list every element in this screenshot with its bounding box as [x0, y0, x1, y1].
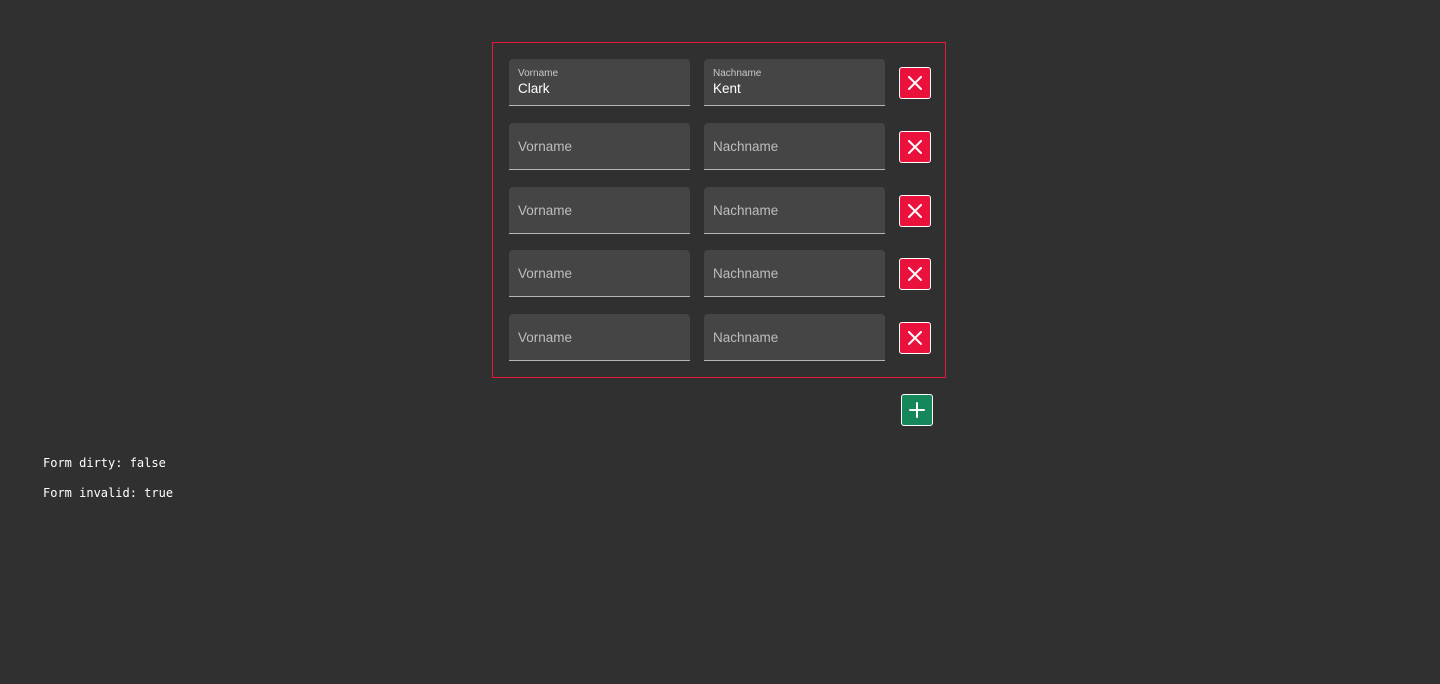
last-name-label: Nachname [713, 68, 762, 79]
last-name-field[interactable]: Nachname [704, 123, 885, 170]
last-name-placeholder: Nachname [713, 266, 779, 281]
remove-row-button[interactable] [899, 67, 931, 99]
first-name-field[interactable]: Vorname [509, 250, 690, 297]
first-name-placeholder: Vorname [518, 139, 573, 154]
last-name-placeholder: Nachname [713, 203, 779, 218]
form-invalid-status: Form invalid: true [43, 486, 174, 500]
close-icon [908, 267, 922, 281]
last-name-placeholder: Nachname [713, 330, 779, 345]
first-name-placeholder: Vorname [518, 203, 573, 218]
close-icon [908, 140, 922, 154]
first-name-field[interactable]: Vorname Clark [509, 59, 690, 106]
remove-row-button[interactable] [899, 258, 931, 290]
first-name-value: Clark [518, 81, 550, 96]
name-row: Vorname Nachname [509, 250, 933, 298]
last-name-field[interactable]: Nachname [704, 314, 885, 361]
name-row: Vorname Nachname [509, 187, 933, 235]
first-name-placeholder: Vorname [518, 266, 573, 281]
form-dirty-status: Form dirty: false [43, 456, 166, 470]
remove-row-button[interactable] [899, 131, 931, 163]
name-row: Vorname Nachname [509, 123, 933, 171]
name-row: Vorname Nachname [509, 314, 933, 362]
names-form-array: Vorname Clark Nachname Kent Vorname Nach… [492, 42, 946, 378]
close-icon [908, 204, 922, 218]
first-name-field[interactable]: Vorname [509, 187, 690, 234]
plus-icon [909, 402, 925, 418]
last-name-field[interactable]: Nachname Kent [704, 59, 885, 106]
last-name-placeholder: Nachname [713, 139, 779, 154]
first-name-field[interactable]: Vorname [509, 123, 690, 170]
add-row-button[interactable] [901, 394, 933, 426]
remove-row-button[interactable] [899, 322, 931, 354]
first-name-label: Vorname [518, 68, 559, 79]
last-name-field[interactable]: Nachname [704, 187, 885, 234]
first-name-field[interactable]: Vorname [509, 314, 690, 361]
first-name-placeholder: Vorname [518, 330, 573, 345]
close-icon [908, 76, 922, 90]
last-name-field[interactable]: Nachname [704, 250, 885, 297]
close-icon [908, 331, 922, 345]
last-name-value: Kent [713, 81, 741, 96]
name-row: Vorname Clark Nachname Kent [509, 59, 933, 107]
remove-row-button[interactable] [899, 195, 931, 227]
